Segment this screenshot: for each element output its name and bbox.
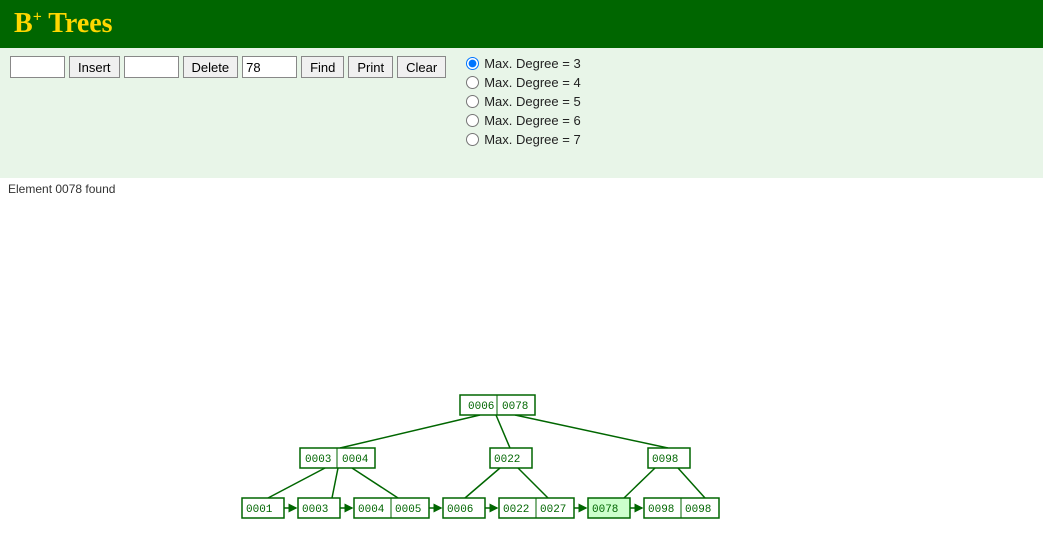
- find-input[interactable]: [242, 56, 297, 78]
- degree-6-option[interactable]: Max. Degree = 6: [466, 113, 580, 128]
- svg-text:0003: 0003: [302, 504, 328, 516]
- svg-text:0004: 0004: [358, 504, 385, 516]
- svg-text:0006: 0006: [468, 401, 494, 413]
- find-button[interactable]: Find: [301, 56, 344, 78]
- svg-text:0004: 0004: [342, 454, 369, 466]
- l3-node-0004-0005: 0004 0005: [354, 498, 429, 518]
- degree-3-option[interactable]: Max. Degree = 3: [466, 56, 580, 71]
- svg-text:0003: 0003: [305, 454, 331, 466]
- status-message: Element 0078 found: [8, 182, 115, 196]
- svg-text:0022: 0022: [494, 454, 520, 466]
- insert-input[interactable]: [10, 56, 65, 78]
- l3-node-0006: 0006: [443, 498, 485, 518]
- svg-text:0006: 0006: [447, 504, 473, 516]
- svg-text:0098: 0098: [652, 454, 678, 466]
- svg-text:0001: 0001: [246, 504, 273, 516]
- svg-text:0098: 0098: [685, 504, 711, 516]
- print-button[interactable]: Print: [348, 56, 393, 78]
- insert-button[interactable]: Insert: [69, 56, 120, 78]
- clear-button[interactable]: Clear: [397, 56, 446, 78]
- tree-svg: 0006 0078 0003 0004 0022 0098 0001: [0, 200, 1043, 540]
- l3-node-0022-0027: 0022 0027: [499, 498, 574, 518]
- svg-text:0098: 0098: [648, 504, 674, 516]
- degree-4-option[interactable]: Max. Degree = 4: [466, 75, 580, 90]
- svg-text:0005: 0005: [395, 504, 421, 516]
- l3-node-0001: 0001: [242, 498, 284, 518]
- l3-node-0078: 0078: [588, 498, 630, 518]
- l3-node-0003: 0003: [298, 498, 340, 518]
- svg-text:0078: 0078: [502, 401, 528, 413]
- delete-input[interactable]: [124, 56, 179, 78]
- page-title: B+ Trees: [14, 8, 113, 40]
- l2-node-0: 0003 0004: [300, 448, 375, 468]
- l3-node-0098-0098: 0098 0098: [644, 498, 719, 518]
- l2-node-2: 0098: [648, 448, 690, 468]
- delete-button[interactable]: Delete: [183, 56, 239, 78]
- degree-5-option[interactable]: Max. Degree = 5: [466, 94, 580, 109]
- status-bar: Element 0078 found: [0, 178, 1043, 200]
- header: B+ Trees: [0, 0, 1043, 48]
- l2-node-1: 0022: [490, 448, 532, 468]
- svg-text:0078: 0078: [592, 504, 618, 516]
- tree-area: 0006 0078 0003 0004 0022 0098 0001: [0, 200, 1043, 540]
- controls-bar: Insert Delete Find Print Clear: [10, 56, 446, 78]
- degree-7-option[interactable]: Max. Degree = 7: [466, 132, 580, 147]
- svg-text:0022: 0022: [503, 504, 529, 516]
- svg-text:0027: 0027: [540, 504, 566, 516]
- root-node: 0006 0078: [460, 395, 535, 415]
- degree-options: Max. Degree = 3 Max. Degree = 4 Max. Deg…: [466, 56, 580, 147]
- toolbar: Insert Delete Find Print Clear Max. Degr…: [0, 48, 1043, 178]
